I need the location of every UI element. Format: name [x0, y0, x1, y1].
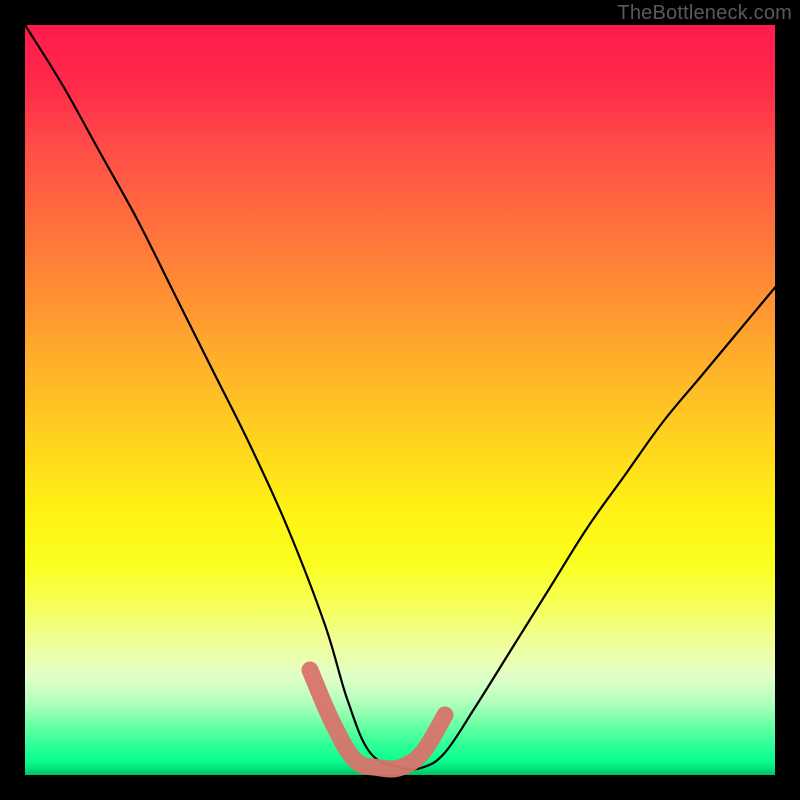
curve-layer: [25, 25, 775, 775]
highlight-segment: [310, 670, 445, 769]
chart-frame: TheBottleneck.com: [0, 0, 800, 800]
bottleneck-curve: [25, 25, 775, 770]
plot-area: [25, 25, 775, 775]
watermark-text: TheBottleneck.com: [617, 2, 792, 25]
